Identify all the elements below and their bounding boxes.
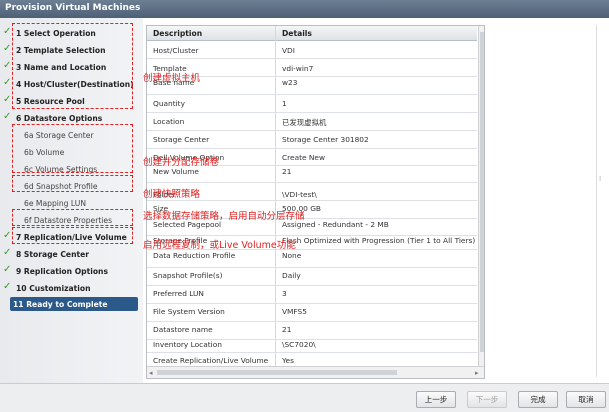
cell-details: VDI — [282, 46, 295, 55]
check-icon: ✓ — [3, 60, 12, 71]
cell-description: Create Replication/Live Volume — [153, 356, 269, 365]
check-icon: ✓ — [3, 281, 12, 292]
step-label: 11 Ready to Complete — [13, 300, 108, 309]
table-row: Data Reduction Profile None — [147, 250, 477, 268]
annotation-create-volume: 创建并分配存储卷 — [143, 157, 220, 168]
step-label: 9 Replication Options — [16, 267, 108, 276]
annotation-replication: 启用远程复制，或Live Volume功能 — [143, 240, 296, 251]
cell-details: 21 — [282, 167, 292, 176]
annotation-create-snapshot: 创建快照策略 — [143, 189, 201, 200]
cell-description: Host/Cluster — [153, 46, 199, 55]
cell-details: Storage Center 301802 — [282, 135, 369, 144]
cell-details: 已发现虚拟机 — [282, 118, 327, 127]
annotation-box-step-6d — [12, 175, 133, 192]
cell-details: None — [282, 251, 302, 260]
check-icon: ✓ — [3, 77, 12, 88]
table-row: Location 已发现虚拟机 — [147, 113, 477, 131]
table-horizontal-scrollbar[interactable]: ◂ ▸ — [147, 366, 484, 378]
check-icon: ✓ — [3, 111, 12, 122]
cell-details: w23 — [282, 78, 298, 87]
annotation-box-steps-2-5 — [12, 23, 133, 109]
next-button[interactable]: 下一步 — [467, 391, 507, 408]
cell-details: \SC7020\ — [282, 340, 316, 349]
check-icon: ✓ — [3, 94, 12, 105]
check-icon: ✓ — [3, 26, 12, 37]
table-row: Preferred LUN 3 — [147, 286, 477, 304]
check-icon: ✓ — [3, 264, 12, 275]
cell-description: Quantity — [153, 99, 185, 108]
step-replication-options[interactable]: ✓ 9 Replication Options — [0, 262, 143, 279]
cell-description: Datastore name — [153, 325, 213, 334]
scroll-left-arrow-icon[interactable]: ◂ — [149, 369, 153, 377]
table-row: Inventory Location \SC7020\ — [147, 340, 477, 353]
step-customization[interactable]: ✓ 10 Customization — [0, 279, 143, 296]
table-row: Quantity 1 — [147, 95, 477, 113]
cell-description: File System Version — [153, 307, 225, 316]
cell-description: Snapshot Profile(s) — [153, 271, 223, 280]
cell-details: Create New — [282, 153, 326, 162]
column-header-description[interactable]: Description — [153, 29, 202, 38]
table-row: Storage Center Storage Center 301802 — [147, 131, 477, 149]
step-ready-to-complete[interactable]: 11 Ready to Complete — [10, 297, 138, 311]
table-row: Snapshot Profile(s) Daily — [147, 268, 477, 286]
cell-description: Storage Center — [153, 135, 210, 144]
cell-description: Inventory Location — [153, 340, 222, 349]
cell-details: 21 — [282, 325, 292, 334]
window-titlebar: Provision Virtual Machines — [0, 0, 609, 18]
cell-details: 3 — [282, 289, 287, 298]
cell-details: vdi-win7 — [282, 64, 314, 73]
cell-details: \VDI-test\ — [282, 190, 317, 199]
step-label: 6e Mapping LUN — [24, 199, 87, 208]
table-row: Datastore name 21 — [147, 322, 477, 340]
column-header-details[interactable]: Details — [282, 29, 312, 38]
wizard-footer: 上一步 下一步 完成 取消 — [0, 383, 609, 412]
right-pane — [485, 25, 603, 377]
cell-description: Data Reduction Profile — [153, 251, 236, 260]
table-row: New Volume 21 — [147, 166, 477, 183]
cell-description: New Volume — [153, 167, 199, 176]
step-label: 8 Storage Center — [16, 250, 89, 259]
table-header: Description Details — [147, 26, 477, 41]
cell-details: Daily — [282, 271, 301, 280]
cell-details: Yes — [282, 356, 294, 365]
scroll-thumb[interactable] — [480, 32, 484, 352]
annotation-datastore-policy: 选择数据存储策略，启用自动分层存储 — [143, 211, 305, 222]
scroll-thumb[interactable] — [157, 370, 397, 375]
window-title: Provision Virtual Machines — [5, 3, 141, 13]
step-label: 10 Customization — [16, 284, 91, 293]
scroll-grip-icon[interactable]: ⁞ — [599, 175, 601, 183]
table-row: File System Version VMFS5 — [147, 304, 477, 322]
cell-description: Preferred LUN — [153, 289, 204, 298]
cell-description: Location — [153, 117, 185, 126]
pane-scrollbar[interactable]: ⁞ — [596, 25, 606, 377]
annotation-box-steps-6a-6c — [12, 124, 133, 173]
annotation-box-step-7 — [12, 227, 133, 244]
cancel-button[interactable]: 取消 — [566, 391, 606, 408]
cell-details: Flash Optimized with Progression (Tier 1… — [282, 236, 476, 245]
check-icon: ✓ — [3, 247, 12, 258]
finish-button[interactable]: 完成 — [518, 391, 558, 408]
table-row: Host/Cluster VDI — [147, 41, 477, 59]
cell-details: VMFS5 — [282, 307, 307, 316]
check-icon: ✓ — [3, 230, 12, 241]
step-storage-center-8[interactable]: ✓ 8 Storage Center — [0, 245, 143, 262]
table-row: Create Replication/Live Volume Yes — [147, 353, 477, 366]
step-label: 6 Datastore Options — [16, 114, 103, 123]
table-vertical-scrollbar[interactable] — [478, 26, 484, 366]
scroll-right-arrow-icon[interactable]: ▸ — [475, 369, 479, 377]
check-icon: ✓ — [3, 43, 12, 54]
annotation-box-step-6f — [12, 209, 133, 226]
annotation-create-vm: 创建虚拟主机 — [143, 73, 201, 84]
cell-details: 1 — [282, 99, 287, 108]
back-button[interactable]: 上一步 — [416, 391, 456, 408]
